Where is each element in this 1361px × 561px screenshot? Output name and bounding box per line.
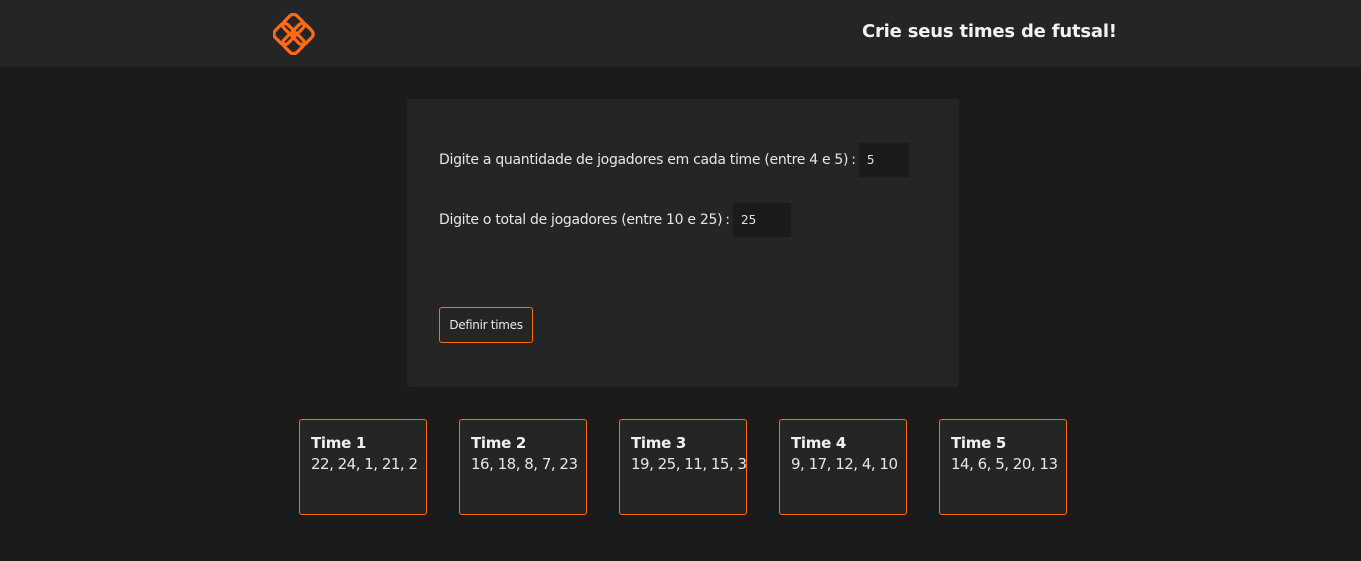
app-header: Crie seus times de futsal! xyxy=(0,0,1361,67)
team-name: Time 5 xyxy=(951,434,1007,452)
team-card-1: Time 1 22, 24, 1, 21, 2 xyxy=(299,419,427,515)
team-players: 19, 25, 11, 15, 3 xyxy=(631,455,747,473)
team-card-5: Time 5 14, 6, 5, 20, 13 xyxy=(939,419,1067,515)
team-players: 9, 17, 12, 4, 10 xyxy=(791,455,898,473)
players-per-team-colon: : xyxy=(851,152,856,168)
team-players: 14, 6, 5, 20, 13 xyxy=(951,455,1058,473)
players-per-team-row: Digite a quantidade de jogadores em cada… xyxy=(439,143,909,177)
define-teams-button[interactable]: Definir times xyxy=(439,307,533,343)
team-players: 16, 18, 8, 7, 23 xyxy=(471,455,578,473)
team-name: Time 2 xyxy=(471,434,527,452)
total-players-input[interactable] xyxy=(732,203,791,237)
team-card-3: Time 3 19, 25, 11, 15, 3 xyxy=(619,419,747,515)
page-title: Crie seus times de futsal! xyxy=(862,21,1117,42)
quatrefoil-logo-icon[interactable] xyxy=(272,12,315,56)
team-name: Time 1 xyxy=(311,434,367,452)
team-players: 22, 24, 1, 21, 2 xyxy=(311,455,418,473)
total-players-colon: : xyxy=(725,212,730,228)
team-name: Time 4 xyxy=(791,434,847,452)
players-per-team-input[interactable] xyxy=(858,143,909,177)
team-name: Time 3 xyxy=(631,434,687,452)
team-card-4: Time 4 9, 17, 12, 4, 10 xyxy=(779,419,907,515)
teams-list: Time 1 22, 24, 1, 21, 2 Time 2 16, 18, 8… xyxy=(299,419,1079,515)
total-players-row: Digite o total de jogadores (entre 10 e … xyxy=(439,203,791,237)
team-card-2: Time 2 16, 18, 8, 7, 23 xyxy=(459,419,587,515)
total-players-label: Digite o total de jogadores (entre 10 e … xyxy=(439,212,723,228)
team-form: Digite a quantidade de jogadores em cada… xyxy=(407,99,959,387)
players-per-team-label: Digite a quantidade de jogadores em cada… xyxy=(439,152,849,168)
